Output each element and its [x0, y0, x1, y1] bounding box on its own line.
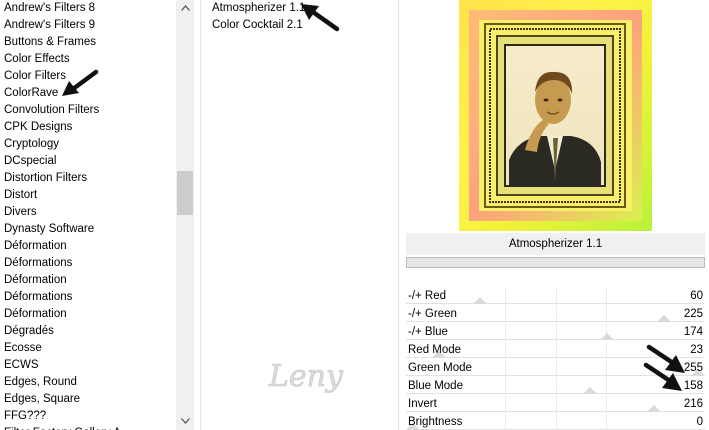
- slider-track[interactable]: [406, 303, 705, 304]
- parameter-value: 23: [690, 344, 703, 356]
- pointer-arrow-icon: [643, 362, 682, 391]
- filter-category-item[interactable]: Déformations: [4, 255, 72, 272]
- filter-category-item[interactable]: Buttons & Frames: [4, 34, 96, 51]
- filter-category-item[interactable]: Edges, Round: [4, 374, 77, 391]
- filter-settings-panel: Atmospherizer 1.1 -/+ Red 60 -/+ Green 225-…: [400, 0, 709, 430]
- parameter-value: 225: [683, 308, 703, 320]
- parameter-value: 158: [683, 380, 703, 392]
- filter-category-item[interactable]: Cryptology: [4, 136, 59, 153]
- filter-title: Atmospherizer 1.1: [508, 238, 603, 250]
- filter-category-item[interactable]: Andrew's Filters 8: [4, 0, 95, 17]
- filter-category-panel: Andrew's Filters 8 Andrew's Filters 9 Butt…: [0, 0, 194, 430]
- filter-category-item[interactable]: Distortion Filters: [4, 170, 87, 187]
- parameter-value: 174: [683, 326, 703, 338]
- watermark-logo: Leny: [268, 359, 345, 395]
- parameter-row[interactable]: Brightness 0: [406, 414, 705, 430]
- slider-thumb[interactable]: [657, 315, 671, 322]
- scroll-up-arrow-icon[interactable]: [176, 0, 194, 16]
- filter-category-item[interactable]: Color Filters: [4, 68, 66, 85]
- parameter-name: -/+ Green: [408, 308, 457, 320]
- filter-category-item[interactable]: Déformations: [4, 289, 72, 306]
- slider-thumb[interactable]: [647, 405, 661, 412]
- slider-thumb[interactable]: [583, 387, 597, 394]
- parameter-name: -/+ Red: [408, 290, 447, 302]
- preview-image: [459, 0, 652, 231]
- filter-category-item[interactable]: Convolution Filters: [4, 102, 99, 119]
- effect-item[interactable]: Color Cocktail 2.1: [212, 17, 303, 34]
- filter-category-item[interactable]: Dynasty Software: [4, 221, 94, 238]
- filter-category-item[interactable]: Dégradés: [4, 323, 54, 340]
- scrollbar-thumb[interactable]: [177, 171, 193, 215]
- scroll-down-arrow-icon[interactable]: [176, 413, 194, 429]
- progress-bar: [406, 257, 705, 268]
- parameter-row[interactable]: Invert 216: [406, 396, 705, 413]
- filter-category-item[interactable]: Distort: [4, 187, 37, 204]
- parameter-name: -/+ Blue: [408, 326, 448, 338]
- filter-category-item[interactable]: Edges, Square: [4, 391, 80, 408]
- parameter-value: 60: [690, 290, 703, 302]
- effect-item[interactable]: Atmospherizer 1.1: [212, 0, 305, 17]
- filter-title-bar: Atmospherizer 1.1: [406, 233, 705, 255]
- effects-panel: Atmospherizer 1.1 Color Cocktail 2.1 Leny: [200, 0, 399, 430]
- filter-category-item[interactable]: Déformation: [4, 272, 67, 289]
- filter-list-scrollbar[interactable]: [176, 0, 194, 430]
- parameter-row[interactable]: -/+ Blue 174: [406, 324, 705, 341]
- svg-text:Leny: Leny: [268, 359, 344, 394]
- filter-category-item[interactable]: DCspecial: [4, 153, 56, 170]
- slider-thumb[interactable]: [473, 297, 487, 304]
- filter-category-item[interactable]: ECWS: [4, 357, 39, 374]
- filter-category-item[interactable]: Color Effects: [4, 51, 70, 68]
- parameter-name: Red Mode: [408, 344, 462, 356]
- parameter-value: 216: [683, 398, 703, 410]
- pointer-arrow-icon: [62, 69, 99, 96]
- slider-thumb[interactable]: [600, 333, 614, 340]
- slider-tick: [505, 414, 506, 430]
- slider-tick: [606, 414, 607, 430]
- filter-category-item[interactable]: CPK Designs: [4, 119, 72, 136]
- filter-category-item[interactable]: Divers: [4, 204, 37, 221]
- pointer-arrow-icon: [301, 4, 340, 32]
- parameter-name: Blue Mode: [408, 380, 463, 392]
- slider-tick: [556, 414, 557, 430]
- parameter-name: Brightness: [408, 416, 463, 428]
- filter-category-item[interactable]: Filter Factory Gallery A: [4, 425, 121, 430]
- filter-category-item[interactable]: Déformation: [4, 238, 67, 255]
- filter-category-item[interactable]: ColorRave: [4, 85, 58, 102]
- parameter-row[interactable]: -/+ Green 225: [406, 306, 705, 323]
- filter-category-item[interactable]: Déformation: [4, 306, 67, 323]
- slider-track[interactable]: [406, 339, 705, 340]
- parameter-name: Invert: [408, 398, 437, 410]
- filter-category-item[interactable]: Andrew's Filters 9: [4, 17, 95, 34]
- parameter-value: 0: [696, 416, 703, 428]
- filter-category-item[interactable]: Ecosse: [4, 340, 42, 357]
- parameter-row[interactable]: -/+ Red 60: [406, 288, 705, 305]
- parameter-name: Green Mode: [408, 362, 472, 374]
- filter-category-list: Andrew's Filters 8 Andrew's Filters 9 Butt…: [0, 0, 176, 430]
- filter-category-item[interactable]: FFG???: [4, 408, 46, 425]
